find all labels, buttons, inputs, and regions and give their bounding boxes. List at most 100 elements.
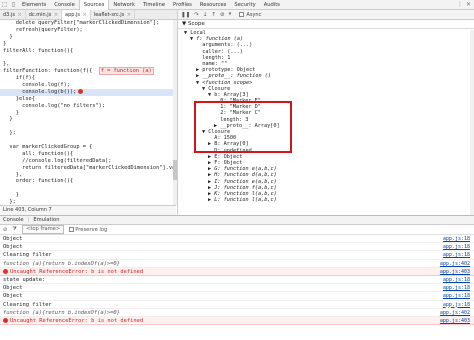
- code-text: var markerClickedGroup = {: [3, 144, 93, 151]
- source-link[interactable]: app.js:18: [443, 284, 470, 291]
- source-link[interactable]: app.js:18: [443, 292, 470, 299]
- tab-timeline[interactable]: Timeline: [139, 0, 169, 10]
- console-row: Clearing filter app.js:18: [0, 251, 474, 260]
- collapsed-arrow-icon: ▶: [208, 159, 212, 166]
- file-tab[interactable]: leaflet-src.js ×: [91, 9, 136, 20]
- source-link[interactable]: app.js:403: [440, 317, 470, 324]
- code-line: all: function(){: [0, 151, 176, 158]
- close-icon[interactable]: ×: [16, 12, 22, 18]
- tab-sources[interactable]: Sources: [78, 0, 110, 10]
- code-line: delete queryFilter["markerClickedDimensi…: [0, 20, 176, 27]
- clear-console-icon[interactable]: ⊘: [3, 227, 7, 233]
- scope-entry-text: E: Object: [214, 153, 243, 160]
- pause-on-exceptions-icon[interactable]: ⏸: [229, 11, 232, 18]
- source-link[interactable]: app.js:18: [443, 301, 470, 308]
- source-link[interactable]: app.js:18: [443, 276, 470, 283]
- menu-icon[interactable]: ⋮: [457, 1, 463, 8]
- async-checkbox[interactable]: [239, 12, 245, 17]
- tab-profiles[interactable]: Profiles: [169, 0, 196, 10]
- code-editor[interactable]: delete queryFilter["markerClickedDimensi…: [0, 20, 176, 205]
- preserve-log-checkbox[interactable]: [69, 226, 75, 232]
- inspect-icon[interactable]: ⬚: [0, 0, 9, 9]
- scope-entry-text: L: function l(a,b,c): [214, 197, 277, 204]
- console-row: state update: app.js:18: [0, 276, 474, 285]
- file-tabs: d3.js × dc.min.js × app.js × leaflet-src.js…: [0, 9, 177, 20]
- highlight-box: [194, 101, 292, 153]
- file-tab[interactable]: app.js ×: [62, 9, 91, 20]
- sources-panel: d3.js × dc.min.js × app.js × leaflet-src.js…: [0, 9, 178, 215]
- console-message: Object: [3, 285, 23, 292]
- window-controls: ⋮ ✕: [457, 1, 474, 8]
- scope-entry-text: prototype: Object: [202, 67, 256, 74]
- file-tab[interactable]: d3.js ×: [0, 9, 26, 20]
- source-link[interactable]: app.js:403: [440, 268, 470, 275]
- expanded-arrow-icon: ▼: [208, 91, 212, 98]
- tab-resources[interactable]: Resources: [196, 0, 231, 10]
- console-message: Clearing filter: [3, 252, 52, 259]
- source-link[interactable]: app.js:18: [443, 243, 470, 250]
- scrollbar-thumb[interactable]: [173, 160, 177, 180]
- code-text: },: [3, 61, 10, 68]
- collapsed-arrow-icon: ▶: [196, 67, 200, 74]
- preserve-log-option[interactable]: Preserve log: [69, 226, 107, 233]
- close-icon[interactable]: ×: [125, 12, 131, 18]
- scope-entry-text: name: "": [202, 60, 228, 67]
- scope-entry[interactable]: ▶ L: function l(a,b,c): [178, 197, 474, 203]
- file-tab[interactable]: dc.min.js ×: [26, 9, 63, 20]
- frame-select[interactable]: <top frame>: [22, 225, 65, 234]
- console-row: Object app.js:18: [0, 235, 474, 244]
- console-message: Object: [3, 293, 23, 300]
- async-label: Async: [246, 11, 262, 18]
- code-text: if(f){: [3, 75, 35, 82]
- device-mode-icon[interactable]: ▯: [9, 0, 18, 9]
- deactivate-breakpoints-icon[interactable]: ⊘: [220, 12, 225, 18]
- code-line: //console.log(filteredData);: [0, 158, 176, 165]
- step-into-icon[interactable]: ↓: [203, 12, 208, 18]
- async-toggle[interactable]: Async: [239, 12, 261, 18]
- source-link[interactable]: app.js:18: [443, 251, 470, 258]
- collapsed-arrow-icon: ▶: [196, 73, 200, 80]
- pause-icon[interactable]: ❚❚: [181, 12, 190, 18]
- tab-console[interactable]: Console: [50, 0, 79, 10]
- drawer-tab-emulation[interactable]: Emulation: [33, 217, 59, 223]
- code-text: all: function(){: [3, 150, 74, 157]
- filter-icon[interactable]: ⧩: [12, 226, 17, 233]
- source-link[interactable]: app.js:18: [443, 235, 470, 242]
- code-text: //console.log(filteredData);: [3, 157, 112, 164]
- scope-entry-text: <function scope>: [202, 79, 253, 86]
- console-message: function (a){return b.indexOf(a)>=0}: [3, 260, 120, 267]
- code-line: console.log("no filters");: [0, 103, 176, 110]
- step-over-icon[interactable]: ↷: [194, 12, 199, 18]
- file-tab-label: app.js: [65, 11, 81, 18]
- step-out-icon[interactable]: ↑: [211, 12, 216, 18]
- code-scrollbar[interactable]: [173, 20, 177, 205]
- code-text: },: [3, 171, 23, 178]
- file-tab-label: d3.js: [3, 11, 15, 18]
- console-message: Uncaught ReferenceError: b is not define…: [10, 268, 144, 275]
- tab-security[interactable]: Security: [230, 0, 259, 10]
- code-line: }: [0, 116, 176, 123]
- source-link[interactable]: app.js:402: [440, 260, 470, 267]
- close-icon[interactable]: ×: [81, 12, 87, 18]
- scope-entry-text: Local: [190, 30, 206, 36]
- console-drawer: Console | Emulation ⊘ ⧩ <top frame> Preser…: [0, 215, 474, 340]
- scope-scrollbar[interactable]: [470, 30, 474, 215]
- tab-elements[interactable]: Elements: [18, 0, 50, 10]
- code-line: },: [0, 172, 176, 179]
- drawer-tab-console[interactable]: Console: [3, 217, 24, 223]
- tab-separator: |: [27, 217, 30, 223]
- scope-header[interactable]: ▼ Scope: [178, 20, 474, 29]
- collapsed-arrow-icon: ▶: [208, 153, 212, 160]
- source-link[interactable]: app.js:402: [440, 309, 470, 316]
- scope-entry-text: G: function e(a,b,c): [214, 166, 277, 173]
- tab-audits[interactable]: Audits: [260, 0, 284, 10]
- close-icon[interactable]: ×: [52, 12, 58, 18]
- tab-network[interactable]: Network: [109, 0, 139, 10]
- close-icon[interactable]: ✕: [466, 1, 471, 8]
- expanded-arrow-icon: ▼: [190, 36, 194, 43]
